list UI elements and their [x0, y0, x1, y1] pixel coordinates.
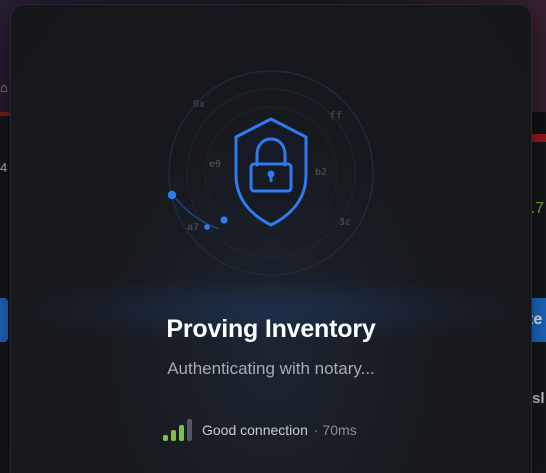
signal-bar: [171, 430, 176, 441]
hex-fragment: 3c: [339, 217, 351, 228]
hex-fragment: ff: [329, 109, 342, 122]
modal-title: Proving Inventory: [166, 315, 376, 343]
background-text-right: sl: [532, 390, 545, 407]
background-icon: ⌂: [0, 80, 8, 95]
connection-label: Good connection: [202, 422, 308, 438]
orbit-dot: [220, 216, 228, 224]
hex-fragment: a7: [187, 222, 199, 233]
signal-bar: [187, 419, 192, 441]
padlock-keyhole-slot: [269, 175, 273, 182]
hex-fragment: b2: [315, 167, 327, 178]
connection-status: Good connection · 70ms: [163, 419, 357, 441]
app-background: ⌂ 4 .7 te sl 0x ff e9 b2 a7 3c Proving I…: [0, 0, 546, 473]
signal-bar: [163, 435, 168, 441]
hex-fragment: 0x: [193, 99, 205, 110]
connection-latency: · 70ms: [313, 422, 357, 438]
orbit-dot: [204, 224, 210, 230]
background-button-left[interactable]: [0, 298, 8, 342]
padlock-shield-icon: 0x ff e9 b2 a7 3c: [167, 70, 374, 276]
background-value-right: .7: [530, 200, 544, 217]
background-value-left: 4: [0, 160, 8, 175]
hex-fragment: e9: [209, 159, 221, 170]
signal-strength-icon: [163, 419, 192, 441]
signal-bar: [179, 425, 184, 441]
modal-subtitle: Authenticating with notary...: [167, 359, 375, 378]
proving-modal: 0x ff e9 b2 a7 3c Proving Inventory Auth…: [10, 4, 532, 473]
orbit-dot: [167, 190, 177, 200]
